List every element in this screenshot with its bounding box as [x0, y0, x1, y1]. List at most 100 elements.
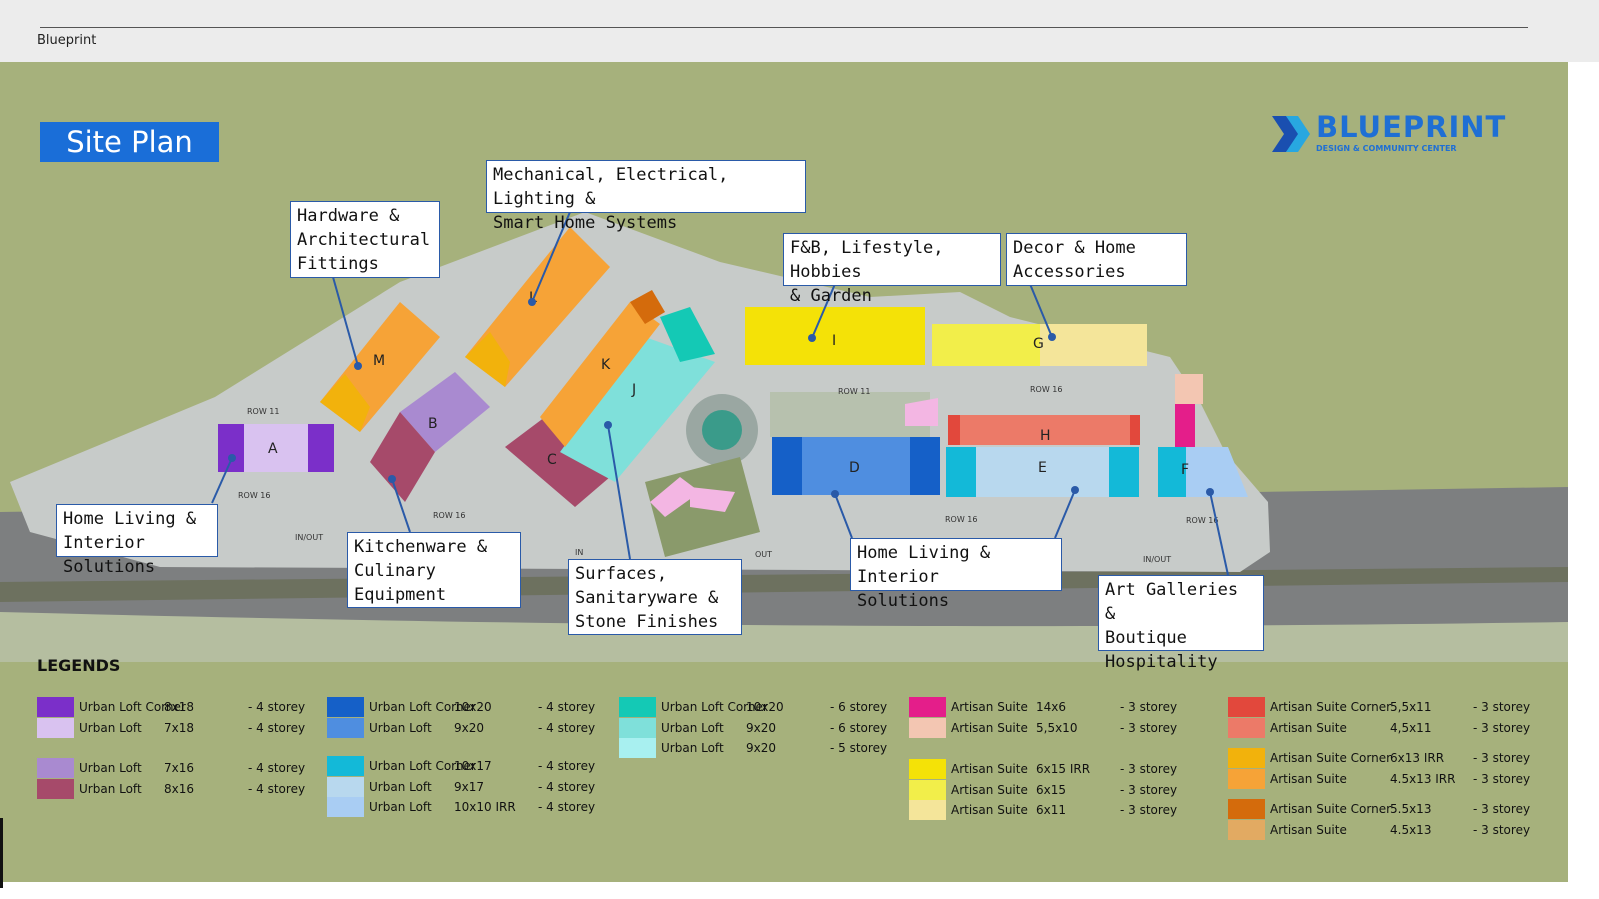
- legend-unit-type: Artisan Suite: [951, 782, 1028, 797]
- legend-storey: - 4 storey: [538, 759, 596, 773]
- fountain: [702, 410, 742, 450]
- legend-row: Artisan Suite 5,5x10 - 3 storey: [909, 717, 1209, 738]
- legend-row: Urban Loft 9x20 - 4 storey: [327, 717, 627, 738]
- legend-unit-type: Artisan Suite: [951, 700, 1028, 714]
- legend-row: Artisan Suite 14x6 - 3 storey: [909, 697, 1209, 717]
- legend-unit-size: 6x11: [1036, 803, 1067, 817]
- legend-unit-type: Artisan Suite: [1270, 822, 1347, 837]
- block-a-corner-2[interactable]: [308, 424, 334, 472]
- legend-unit-size: 10x10 IRR: [454, 800, 516, 814]
- legend-unit-type: Artisan Suite Corner: [1270, 751, 1392, 765]
- legend-row: Urban Loft 9x20 - 5 storey: [619, 738, 919, 758]
- legend-storey: - 4 storey: [248, 761, 306, 775]
- callout-home-living-de: Home Living & Interior Solutions: [850, 538, 1062, 611]
- legend-row: Artisan Suite Corner 5,5x11 - 3 storey: [1228, 697, 1531, 717]
- legend-unit-type: Urban Loft: [369, 800, 432, 814]
- legend-storey: - 3 storey: [1473, 700, 1531, 714]
- legend-unit-type: Artisan Suite: [951, 803, 1028, 817]
- legend-unit-size: 9x17: [454, 779, 485, 794]
- block-label-k: K: [601, 357, 611, 373]
- road-label-row16-d: ROW 16: [1030, 385, 1063, 394]
- legend-swatch: [37, 697, 74, 717]
- legend-swatch: [619, 717, 656, 738]
- road-label-row11-b: ROW 11: [838, 387, 871, 396]
- legend-row: Artisan Suite 6x15 IRR - 3 storey: [909, 759, 1209, 779]
- left-edge-mark: [0, 818, 3, 888]
- logo-wordmark: BLUEPRINT: [1316, 110, 1507, 144]
- legend-swatch: [327, 697, 364, 717]
- callout-kitchenware: Kitchenware & Culinary Equipment: [347, 532, 521, 608]
- legend-storey: - 5 storey: [830, 741, 888, 755]
- road-label-row16-a: ROW 16: [238, 491, 271, 500]
- site-plan-heading: Site Plan: [40, 122, 219, 162]
- block-f-suite-2[interactable]: [1175, 374, 1203, 404]
- legend-unit-type: Urban Loft: [79, 720, 142, 735]
- legend-swatch: [1228, 819, 1265, 840]
- legend-swatch: [619, 697, 656, 717]
- legend-row: Urban Loft Corner 10x17- 4 storey: [327, 756, 627, 776]
- block-g-east[interactable]: [1040, 324, 1147, 366]
- legend-unit-type: Artisan Suite: [951, 762, 1028, 776]
- legend-swatch: [909, 800, 946, 820]
- legend-unit-size: 10x17: [454, 759, 492, 773]
- legend-storey: - 3 storey: [1473, 822, 1531, 837]
- block-f-suite[interactable]: [1175, 404, 1195, 447]
- legend-storey: - 3 storey: [1473, 751, 1531, 765]
- legend-storey: - 6 storey: [830, 700, 888, 714]
- legend-unit-type: Urban Loft: [79, 761, 142, 775]
- legend-row: Artisan Suite 4.5x13 IRR - 3 storey: [1228, 768, 1530, 789]
- legend-row: Artisan Suite 6x15 - 3 storey: [909, 779, 1209, 800]
- block-a-corner[interactable]: [218, 424, 244, 472]
- legend-storey: - 4 storey: [538, 720, 596, 735]
- legend-row: Artisan Suite Corner 5.5x13 - 3 storey: [1228, 799, 1531, 819]
- legend-unit-size: 6x15: [1036, 782, 1067, 797]
- legend-storey: - 3 storey: [1120, 720, 1178, 735]
- legend-unit-type: Urban Loft: [79, 781, 142, 796]
- legend-row: Urban Loft Corner 8x18- 4 storey: [37, 697, 337, 717]
- legend-storey: - 4 storey: [248, 700, 306, 714]
- legend-unit-size: 8x16: [164, 781, 195, 796]
- block-label-i: I: [832, 333, 836, 349]
- window-titlebar: Blueprint: [0, 0, 1599, 62]
- legend-unit-size: 5,5x11: [1390, 700, 1432, 714]
- legend-row: Artisan Suite 4,5x11 - 3 storey: [1228, 717, 1530, 738]
- legend-unit-type: Artisan Suite: [1270, 720, 1347, 735]
- block-e-corner-e[interactable]: [1109, 447, 1139, 497]
- legend-row: Urban Loft 9x17 - 4 storey: [327, 776, 627, 797]
- legend-unit-size: 9x20: [746, 720, 777, 735]
- legend-unit-size: 14x6: [1036, 700, 1067, 714]
- legend-storey: - 3 storey: [1473, 802, 1531, 816]
- legends-title: LEGENDS: [37, 656, 121, 675]
- legend-unit-size: 10x20: [454, 700, 492, 714]
- legend-unit-size: 4.5x13 IRR: [1390, 771, 1456, 786]
- block-d-corner-w[interactable]: [772, 437, 802, 495]
- legend-unit-size: 10x20: [746, 700, 784, 714]
- legend-swatch: [37, 717, 74, 738]
- legend-row: Artisan Suite Corner 6x13 IRR - 3 storey: [1228, 748, 1531, 768]
- block-label-g: G: [1033, 336, 1044, 352]
- block-label-m: M: [373, 353, 385, 369]
- callout-mechanical: Mechanical, Electrical, Lighting & Smart…: [486, 160, 806, 233]
- road-label-row11-a: ROW 11: [247, 407, 280, 416]
- block-label-e: E: [1038, 460, 1047, 476]
- legend-unit-type: Urban Loft: [661, 741, 724, 755]
- road-label-out: OUT: [755, 550, 772, 559]
- legend-swatch: [1228, 799, 1265, 819]
- legend-swatch: [909, 697, 946, 717]
- legend-unit-size: 5.5x13: [1390, 802, 1432, 816]
- legend-swatch: [327, 797, 364, 817]
- legend-storey: - 6 storey: [830, 720, 888, 735]
- legend-swatch: [327, 776, 364, 797]
- legend-unit-type: Urban Loft: [369, 720, 432, 735]
- block-d-corner-e[interactable]: [910, 437, 940, 495]
- legend-swatch: [37, 758, 74, 778]
- legend-storey: - 4 storey: [248, 781, 306, 796]
- legend-row: Urban Loft 9x20 - 6 storey: [619, 717, 919, 738]
- legend-row: Urban Loft Corner 10x20- 6 storey: [619, 697, 919, 717]
- block-e-corner-w[interactable]: [946, 447, 976, 497]
- blueprint-logo: BLUEPRINT DESIGN & COMMUNITY CENTER: [1270, 110, 1530, 156]
- legend-unit-type: Artisan Suite: [951, 720, 1028, 735]
- legend-swatch: [327, 756, 364, 776]
- legend-storey: - 4 storey: [538, 779, 596, 794]
- legend-unit-type: Artisan Suite Corner: [1270, 802, 1392, 816]
